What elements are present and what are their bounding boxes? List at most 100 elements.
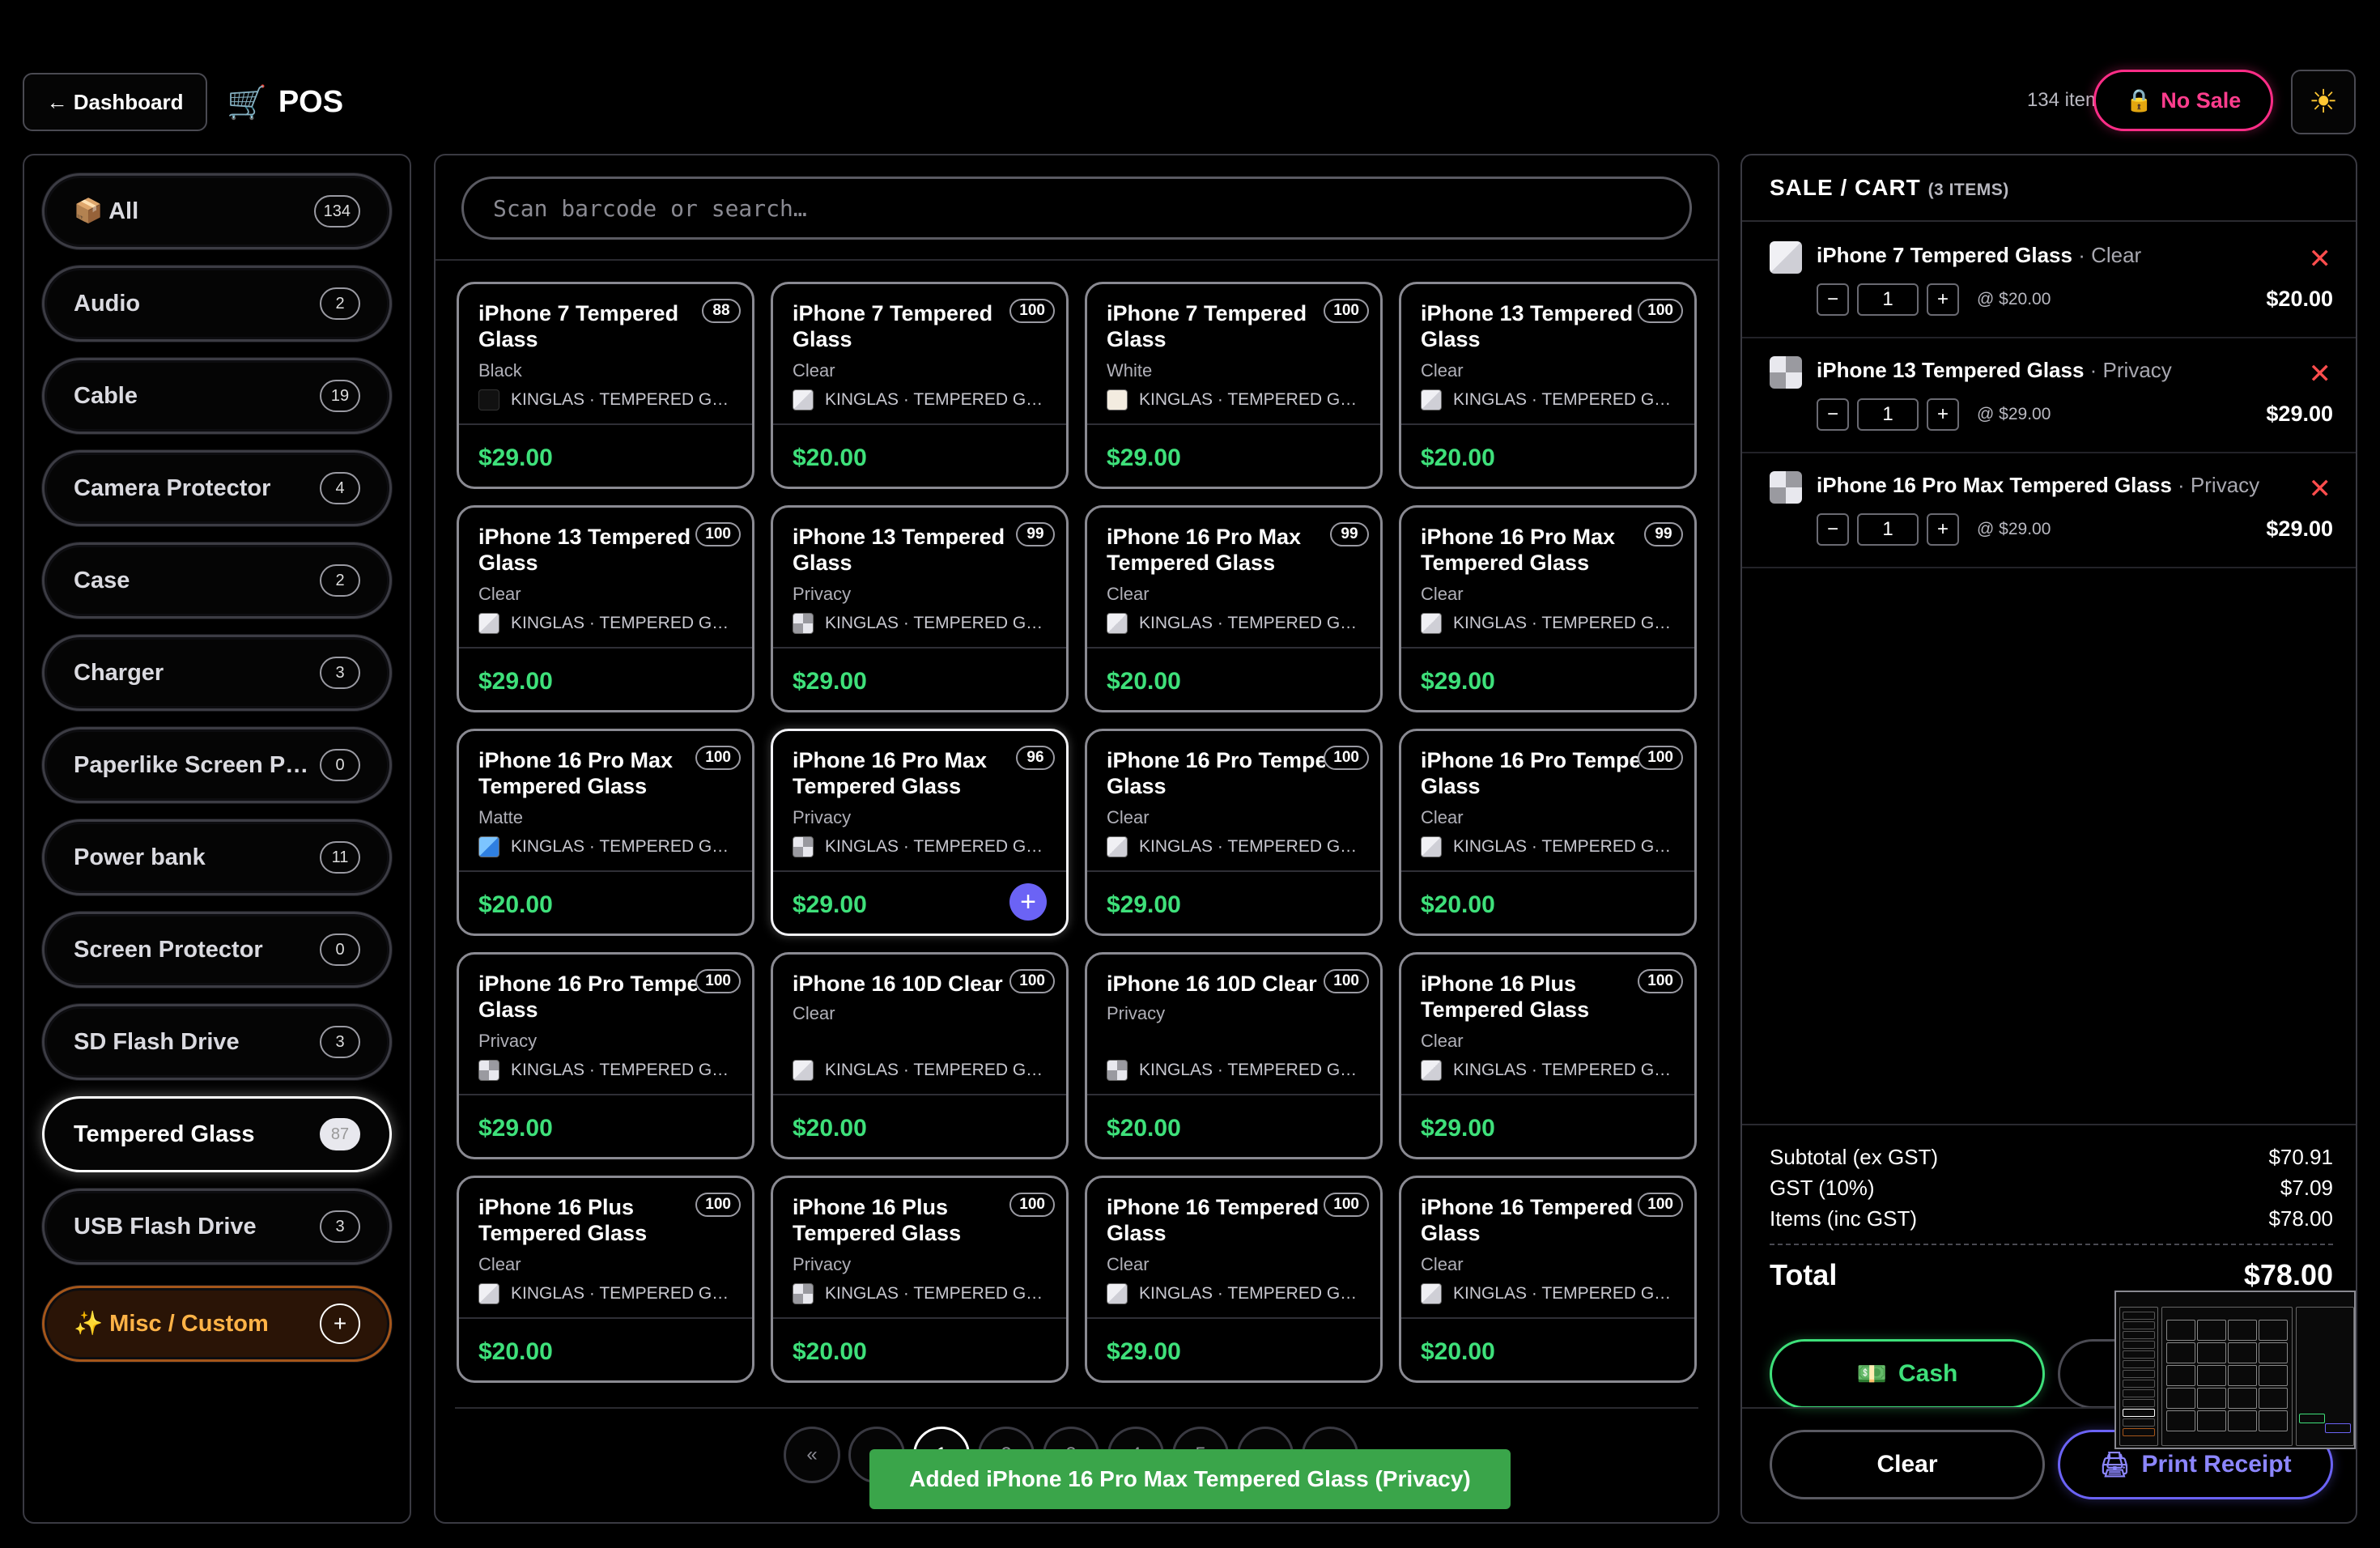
product-meta: KINGLAS · TEMPERED G… <box>793 389 1043 410</box>
cash-button[interactable]: 💵 Cash <box>1770 1339 2045 1409</box>
category-sd-flash-drive[interactable]: SD Flash Drive 3 <box>42 1004 392 1080</box>
thumbnail-shape <box>2228 1388 2257 1409</box>
product-card[interactable]: iPhone 16 Tempered Glass 100 Clear KINGLAS ·… <box>1399 1176 1697 1383</box>
stock-badge: 100 <box>1009 969 1055 993</box>
product-card[interactable]: iPhone 13 Tempered Glass 99 Privacy KINGLAS … <box>771 505 1069 712</box>
product-card[interactable]: iPhone 16 10D Clear 100 Clear KINGLAS · TEM… <box>771 952 1069 1159</box>
product-card[interactable]: iPhone 16 Plus Tempered Glass 100 Clear KING… <box>1399 952 1697 1159</box>
product-card[interactable]: iPhone 16 Pro Max Tempered Glass 96 Privacy… <box>771 729 1069 936</box>
add-to-cart-button[interactable]: + <box>1009 883 1047 921</box>
category-case[interactable]: Case 2 <box>42 542 392 619</box>
product-card[interactable]: iPhone 16 Plus Tempered Glass 100 Clear KING… <box>457 1176 754 1383</box>
product-price: $29.00 <box>478 1115 553 1142</box>
product-variant: Clear <box>478 1254 521 1274</box>
remove-item-button[interactable]: ✕ <box>2309 473 2332 505</box>
product-card[interactable]: iPhone 7 Tempered Glass 88 Black KINGLAS · T… <box>457 282 754 489</box>
remove-item-button[interactable]: ✕ <box>2309 243 2332 275</box>
category-paperlike-screen-p[interactable]: Paperlike Screen P… 0 <box>42 727 392 803</box>
brand-category-text: KINGLAS · TEMPERED G… <box>511 1061 729 1079</box>
thumbnail-shape <box>2166 1320 2195 1341</box>
category-count-badge: 3 <box>320 657 360 689</box>
theme-toggle-button[interactable]: ☀ <box>2291 70 2356 134</box>
category-label: Cable <box>74 382 138 409</box>
thumbnail-shape <box>2259 1388 2288 1409</box>
category-power-bank[interactable]: Power bank 11 <box>42 819 392 895</box>
remove-item-button[interactable]: ✕ <box>2309 358 2332 390</box>
cart-item: iPhone 16 Pro Max Tempered Glass · Priva… <box>1742 453 2356 568</box>
category-camera-protector[interactable]: Camera Protector 4 <box>42 450 392 526</box>
decrement-quantity-button[interactable]: − <box>1817 513 1849 546</box>
product-variant: White <box>1107 360 1153 381</box>
product-name-line2: Tempered Glass <box>1421 551 1590 575</box>
stock-badge: 100 <box>1638 299 1683 323</box>
quantity-input[interactable]: 1 <box>1857 398 1919 431</box>
increment-quantity-button[interactable]: + <box>1927 513 1959 546</box>
color-swatch-icon <box>1421 1283 1442 1304</box>
product-card[interactable]: iPhone 16 Pro Tempe… Glass 100 Privacy KINGL… <box>457 952 754 1159</box>
product-card[interactable]: iPhone 16 Pro Max Tempered Glass 99 Clear KI… <box>1399 505 1697 712</box>
decrement-quantity-button[interactable]: − <box>1817 398 1849 431</box>
product-name: iPhone 7 Tempered <box>793 301 993 325</box>
brand-category-text: KINGLAS · TEMPERED G… <box>1139 1061 1358 1079</box>
category-audio[interactable]: Audio 2 <box>42 266 392 342</box>
thumbnail-shape <box>2259 1410 2288 1431</box>
line-total: $20.00 <box>2266 287 2333 311</box>
color-swatch-icon <box>1421 389 1442 410</box>
brand-category-text: KINGLAS · TEMPERED G… <box>511 390 729 409</box>
stock-badge: 100 <box>1638 969 1683 993</box>
product-name-line2: Glass <box>793 327 852 351</box>
search-input[interactable] <box>461 176 1692 240</box>
product-name-line2: Glass <box>1421 1221 1481 1245</box>
color-swatch-icon <box>1107 389 1128 410</box>
product-meta: KINGLAS · TEMPERED G… <box>1421 1283 1671 1304</box>
divider <box>773 870 1066 872</box>
color-swatch-icon <box>1107 1283 1128 1304</box>
product-variant: Clear <box>1107 1254 1150 1274</box>
stock-badge: 96 <box>1016 746 1055 770</box>
category-all[interactable]: 📦 All 134 <box>42 173 392 249</box>
no-sale-button[interactable]: 🔒 No Sale <box>2093 70 2273 131</box>
divider <box>1770 1244 2333 1245</box>
plus-icon: + <box>320 1303 360 1344</box>
product-card[interactable]: iPhone 13 Tempered Glass 100 Clear KINGLAS ·… <box>457 505 754 712</box>
quantity-input[interactable]: 1 <box>1857 283 1919 316</box>
category-tempered-glass[interactable]: Tempered Glass 87 <box>42 1096 392 1172</box>
toast-message: Added iPhone 16 Pro Max Tempered Glass (… <box>909 1466 1471 1491</box>
line-total: $29.00 <box>2266 517 2333 541</box>
product-card[interactable]: iPhone 7 Tempered Glass 100 White KINGLAS · … <box>1085 282 1383 489</box>
product-card[interactable]: iPhone 16 Pro Tempe… Glass 100 Clear KINGLAS… <box>1399 729 1697 936</box>
product-card[interactable]: iPhone 16 Plus Tempered Glass 100 Privacy KI… <box>771 1176 1069 1383</box>
product-card[interactable]: iPhone 7 Tempered Glass 100 Clear KINGLAS · … <box>771 282 1069 489</box>
product-name-line2: Tempered Glass <box>478 1221 648 1245</box>
category-screen-protector[interactable]: Screen Protector 0 <box>42 912 392 988</box>
category-usb-flash-drive[interactable]: USB Flash Drive 3 <box>42 1189 392 1265</box>
back-to-dashboard-button[interactable]: ← Dashboard <box>23 73 207 131</box>
product-card[interactable]: iPhone 16 Pro Tempe… Glass 100 Clear KINGLAS… <box>1085 729 1383 936</box>
product-name-line2: Glass <box>1107 327 1167 351</box>
stock-badge: 100 <box>1638 746 1683 770</box>
clear-cart-button[interactable]: Clear <box>1770 1430 2045 1499</box>
thumbnail-shape <box>2197 1342 2226 1363</box>
stock-badge: 100 <box>695 746 741 770</box>
product-card[interactable]: iPhone 16 10D Clear 100 Privacy KINGLAS · T… <box>1085 952 1383 1159</box>
product-name-line2: Glass <box>478 551 538 575</box>
product-thumbnail-icon <box>1770 356 1802 389</box>
product-card[interactable]: iPhone 16 Pro Max Tempered Glass 100 Matte K… <box>457 729 754 936</box>
product-price: $20.00 <box>1107 1115 1181 1142</box>
page-button[interactable]: « <box>784 1427 840 1483</box>
divider <box>459 423 752 425</box>
category-label: Tempered Glass <box>74 1121 255 1147</box>
misc-custom-button[interactable]: ✨ Misc / Custom + <box>42 1286 392 1362</box>
product-card[interactable]: iPhone 16 Pro Max Tempered Glass 99 Clear KI… <box>1085 505 1383 712</box>
category-cable[interactable]: Cable 19 <box>42 358 392 434</box>
product-card[interactable]: iPhone 13 Tempered Glass 100 Clear KINGLAS ·… <box>1399 282 1697 489</box>
divider <box>1087 870 1380 872</box>
category-count-badge: 2 <box>320 287 360 320</box>
decrement-quantity-button[interactable]: − <box>1817 283 1849 316</box>
increment-quantity-button[interactable]: + <box>1927 283 1959 316</box>
category-charger[interactable]: Charger 3 <box>42 635 392 711</box>
increment-quantity-button[interactable]: + <box>1927 398 1959 431</box>
quantity-input[interactable]: 1 <box>1857 513 1919 546</box>
screenshot-thumbnail[interactable] <box>2114 1291 2356 1449</box>
product-card[interactable]: iPhone 16 Tempered Glass 100 Clear KINGLAS ·… <box>1085 1176 1383 1383</box>
